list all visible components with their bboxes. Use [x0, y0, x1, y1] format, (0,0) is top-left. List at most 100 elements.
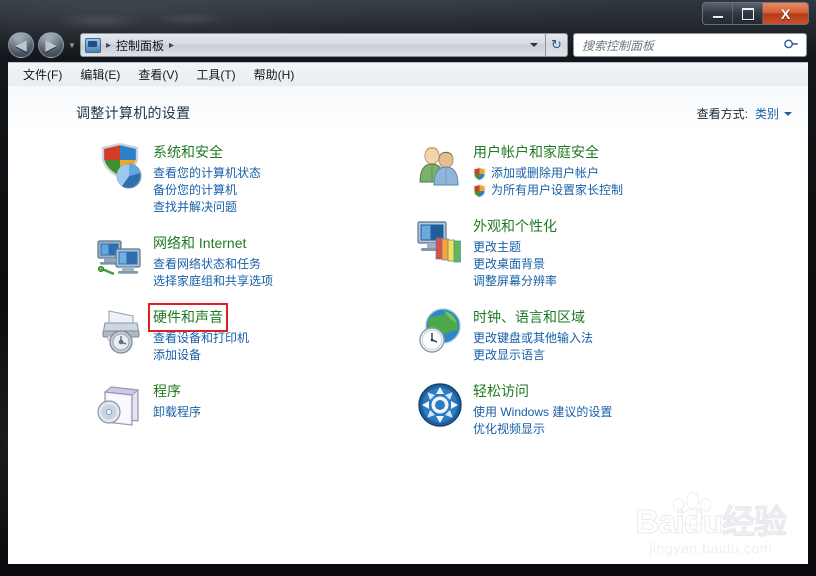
- minimize-icon: [703, 3, 732, 24]
- menu-item-help[interactable]: 帮助(H): [245, 63, 304, 86]
- address-chevron-down-icon[interactable]: [530, 43, 538, 47]
- category-sub-link[interactable]: 查看您的计算机状态: [153, 165, 261, 182]
- maximize-icon: [733, 3, 762, 24]
- category-sub-link-label: 查看网络状态和任务: [153, 257, 262, 271]
- category-sub-link[interactable]: 选择家庭组和共享选项: [153, 273, 273, 290]
- menu-item-edit[interactable]: 编辑(E): [71, 63, 129, 86]
- category-body: 时钟、语言和区域更改键盘或其他输入法 更改显示语言: [473, 307, 593, 364]
- user-accounts-icon: [419, 147, 459, 186]
- clock-language-icon[interactable]: [416, 307, 464, 355]
- category-sub-link[interactable]: 查看设备和打印机: [153, 330, 249, 347]
- close-button[interactable]: X: [763, 3, 808, 24]
- category-body: 外观和个性化更改主题更改桌面背景 调整屏幕分辨率: [473, 216, 557, 290]
- network-icon[interactable]: [96, 233, 144, 281]
- breadcrumb-separator-icon: ▸: [106, 39, 112, 51]
- category-body: 程序 卸载程序: [153, 381, 201, 429]
- network-icon: [97, 240, 141, 276]
- content-pane: 调整计算机的设置 查看方式: 类别 系统和安全 查看您的计算机状态备份您的计算机…: [8, 86, 808, 564]
- category-sub-link-label: 使用 Windows 建议的设置: [473, 405, 613, 419]
- category-sub-link-label: 添加或删除用户帐户: [491, 166, 600, 180]
- category-body: 系统和安全查看您的计算机状态 备份您的计算机 查找并解决问题: [153, 142, 261, 216]
- category-sub-link[interactable]: 使用 Windows 建议的设置: [473, 404, 612, 421]
- category-title-link[interactable]: 系统和安全: [153, 143, 223, 162]
- category-column-left: 系统和安全查看您的计算机状态 备份您的计算机 查找并解决问题 网络和 Interne…: [96, 142, 406, 446]
- recent-locations-chevron-down-icon[interactable]: ▼: [68, 41, 76, 50]
- search-box[interactable]: 搜索控制面板: [573, 33, 807, 57]
- category-title-link[interactable]: 外观和个性化: [473, 217, 557, 236]
- category-links: 卸载程序: [153, 404, 201, 421]
- category-item: 轻松访问使用 Windows 建议的设置 优化视频显示: [416, 381, 746, 438]
- category-body: 网络和 Internet 查看网络状态和任务 选择家庭组和共享选项: [153, 233, 273, 290]
- back-button[interactable]: ◀: [8, 32, 34, 58]
- menu-item-file[interactable]: 文件(F): [14, 63, 71, 86]
- menu-item-view[interactable]: 查看(V): [129, 63, 187, 86]
- category-item: 时钟、语言和区域更改键盘或其他输入法 更改显示语言: [416, 307, 746, 364]
- category-sub-link[interactable]: 更改显示语言: [473, 347, 593, 364]
- minimize-button[interactable]: [703, 3, 733, 24]
- category-sub-link[interactable]: 调整屏幕分辨率: [473, 273, 557, 290]
- ease-of-access-icon[interactable]: [416, 381, 464, 429]
- address-bar[interactable]: ▸ 控制面板 ▸: [80, 33, 546, 57]
- category-title-link[interactable]: 硬件和声音: [148, 303, 228, 332]
- category-title-link[interactable]: 用户帐户和家庭安全: [473, 143, 599, 162]
- caption-button-group: X: [702, 2, 809, 25]
- refresh-icon: ↻: [551, 37, 562, 52]
- refresh-button[interactable]: ↻: [546, 33, 568, 57]
- user-accounts-icon[interactable]: [416, 142, 464, 190]
- category-body: 硬件和声音 查看设备和打印机 添加设备: [148, 303, 249, 364]
- category-sub-link-label: 更改键盘或其他输入法: [473, 331, 594, 345]
- category-sub-link[interactable]: 为所有用户设置家长控制: [473, 182, 623, 199]
- security-shield-icon[interactable]: [96, 142, 144, 190]
- category-title-link[interactable]: 网络和 Internet: [153, 234, 246, 253]
- category-sub-link[interactable]: 优化视频显示: [473, 421, 612, 438]
- watermark: Baidu经验 jingyan.baidu.com: [635, 492, 787, 556]
- uac-shield-icon: [473, 183, 486, 198]
- category-sub-link[interactable]: 查找并解决问题: [153, 199, 261, 216]
- menu-item-tools[interactable]: 工具(T): [187, 63, 244, 86]
- breadcrumb-chevron-right-icon[interactable]: ▸: [169, 40, 174, 51]
- category-sub-link-label: 选择家庭组和共享选项: [153, 274, 274, 288]
- close-glyph-label: X: [780, 5, 791, 22]
- category-title-link[interactable]: 时钟、语言和区域: [473, 308, 585, 327]
- watermark-url: jingyan.baidu.com: [649, 540, 773, 556]
- breadcrumb-control-panel[interactable]: 控制面板: [116, 37, 164, 54]
- view-by-chevron-down-icon[interactable]: [784, 111, 792, 116]
- category-sub-link-label: 卸载程序: [153, 405, 202, 419]
- category-sub-link[interactable]: 更改主题: [473, 239, 557, 256]
- content-header: 调整计算机的设置 查看方式: 类别: [8, 86, 808, 130]
- category-sub-link[interactable]: 添加或删除用户帐户: [473, 165, 623, 182]
- category-item: 程序 卸载程序: [96, 381, 406, 429]
- category-sub-link[interactable]: 卸载程序: [153, 404, 201, 421]
- category-sub-link[interactable]: 添加设备: [153, 347, 249, 364]
- close-icon: X: [763, 3, 808, 24]
- category-sub-link[interactable]: 查看网络状态和任务: [153, 256, 273, 273]
- uac-shield-icon: [473, 166, 486, 181]
- category-title-link[interactable]: 轻松访问: [473, 382, 529, 401]
- view-by-value[interactable]: 类别: [755, 105, 779, 122]
- back-arrow-icon: ◀: [15, 36, 27, 54]
- category-sub-link[interactable]: 备份您的计算机: [153, 182, 261, 199]
- category-links: 查看网络状态和任务 选择家庭组和共享选项: [153, 256, 273, 290]
- forward-button[interactable]: ▶: [38, 32, 64, 58]
- category-sub-link[interactable]: 更改键盘或其他输入法: [473, 330, 593, 347]
- category-sub-link-label: 为所有用户设置家长控制: [491, 183, 624, 197]
- category-links: 添加或删除用户帐户 为所有用户设置家长控制: [473, 165, 623, 199]
- category-item: 系统和安全查看您的计算机状态 备份您的计算机 查找并解决问题: [96, 142, 406, 216]
- category-links: 更改键盘或其他输入法 更改显示语言: [473, 330, 593, 364]
- view-by-label: 查看方式:: [696, 107, 748, 121]
- maximize-button[interactable]: [733, 3, 763, 24]
- category-sub-link[interactable]: 更改桌面背景: [473, 256, 557, 273]
- category-sub-link-label: 更改主题: [473, 240, 522, 254]
- category-sub-link-label: 查看您的计算机状态: [153, 166, 262, 180]
- search-input[interactable]: 搜索控制面板: [582, 37, 785, 54]
- category-links: 使用 Windows 建议的设置 优化视频显示: [473, 404, 612, 438]
- category-title-link[interactable]: 程序: [153, 382, 181, 401]
- category-body: 轻松访问使用 Windows 建议的设置 优化视频显示: [473, 381, 612, 438]
- appearance-icon[interactable]: [416, 216, 464, 264]
- view-by-control: 查看方式: 类别: [697, 105, 792, 122]
- programs-icon[interactable]: [96, 381, 144, 429]
- uac-shield-icon: [473, 166, 486, 181]
- hardware-sound-icon[interactable]: [96, 307, 144, 355]
- category-item: 硬件和声音 查看设备和打印机 添加设备: [96, 303, 406, 364]
- category-sub-link-label: 查找并解决问题: [153, 200, 238, 214]
